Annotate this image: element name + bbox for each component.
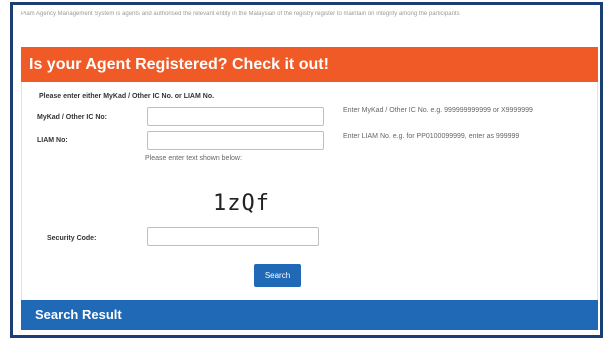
security-code-label: Security Code: [47, 235, 97, 242]
form-instruction: Please enter either MyKad / Other IC No.… [39, 93, 215, 100]
mykad-hint: Enter MyKad / Other IC No. e.g. 99999999… [343, 107, 533, 114]
intro-text: Piam Agency Management System is agents … [21, 11, 460, 17]
security-code-input[interactable] [147, 227, 319, 246]
page-banner: Is your Agent Registered? Check it out! [21, 47, 598, 82]
mykad-input[interactable] [147, 107, 324, 126]
mykad-label: MyKad / Other IC No: [37, 114, 108, 121]
window-frame: Piam Agency Management System is agents … [10, 2, 603, 338]
liam-input[interactable] [147, 131, 324, 150]
captcha-prompt: Please enter text shown below: [145, 155, 242, 162]
search-button[interactable]: Search [254, 264, 301, 287]
page-title: Is your Agent Registered? Check it out! [29, 56, 329, 73]
captcha-image: 1zQf [213, 191, 270, 216]
search-result-header: Search Result [21, 300, 598, 330]
search-result-title: Search Result [35, 307, 122, 322]
liam-hint: Enter LIAM No. e.g. for PP0100099999, en… [343, 133, 520, 140]
liam-label: LIAM No: [37, 137, 68, 144]
